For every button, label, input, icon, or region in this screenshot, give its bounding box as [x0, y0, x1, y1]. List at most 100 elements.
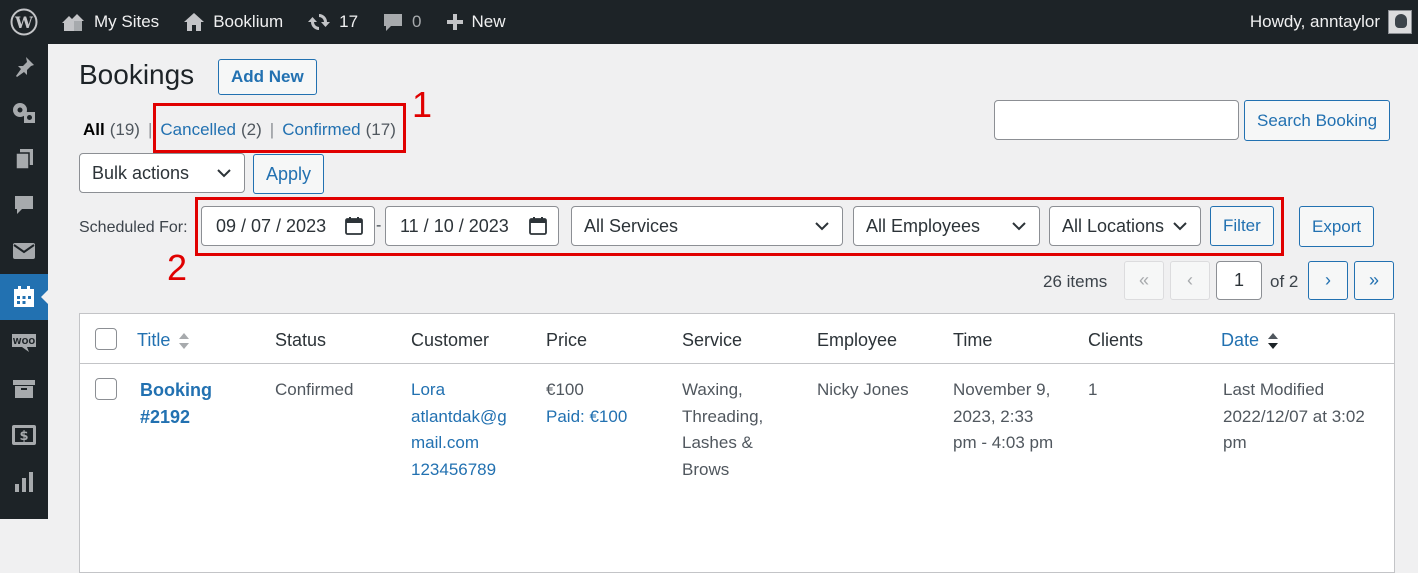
paid-link[interactable]: Paid: €100: [546, 404, 627, 431]
booking-status: Confirmed: [275, 380, 354, 399]
column-time: Time: [953, 330, 993, 350]
booking-title-link[interactable]: Booking #2192: [140, 377, 212, 430]
my-sites-label: My Sites: [94, 12, 160, 31]
page-title: Bookings: [79, 59, 195, 90]
svg-text:W: W: [14, 13, 34, 32]
sidebar-item-payments[interactable]: $: [0, 412, 48, 458]
apply-button[interactable]: Apply: [253, 154, 325, 194]
sidebar-item-posts[interactable]: [0, 44, 48, 90]
main-content: Bookings Add New All (19) | Cancelled (2…: [48, 44, 1418, 573]
home-icon: [184, 13, 205, 31]
column-price: Price: [546, 330, 588, 350]
bar-chart-icon: [15, 472, 33, 492]
next-page-button[interactable]: ›: [1308, 261, 1348, 300]
chevron-down-icon: [217, 169, 231, 178]
search-booking-button[interactable]: Search Booking: [1244, 100, 1391, 141]
customer-email-link[interactable]: atlantdak@g: [411, 404, 507, 431]
column-title[interactable]: Title: [137, 330, 190, 351]
comment-icon: [384, 14, 403, 31]
time-line: pm - 4:03 pm: [953, 433, 1054, 452]
avatar: [1388, 10, 1412, 34]
plus-icon: [446, 14, 463, 30]
bookings-table: Title Status Customer Price Service Empl…: [79, 313, 1395, 573]
column-service: Service: [682, 330, 743, 350]
service-line: Threading,: [682, 406, 764, 426]
booking-time: November 9, 2023, 2:33 pm - 4:03 pm: [953, 377, 1053, 457]
time-line: 2023, 2:33: [953, 406, 1034, 426]
wordpress-logo-icon[interactable]: W: [0, 0, 48, 44]
new-content-link[interactable]: New: [434, 0, 518, 44]
site-name-label: Booklium: [213, 12, 284, 31]
annotation-number-2: 2: [167, 247, 188, 288]
annotation-box-2: [195, 197, 1284, 256]
my-sites-link[interactable]: My Sites: [48, 0, 171, 44]
bulk-actions-value: Bulk actions: [92, 162, 190, 183]
first-page-button[interactable]: «: [1124, 261, 1164, 300]
sidebar-item-analytics[interactable]: [0, 458, 48, 504]
media-icon: [13, 103, 35, 123]
woocommerce-icon: WOO: [12, 334, 36, 352]
archive-icon: [13, 380, 35, 398]
booking-price: €100 Paid: €100: [546, 377, 627, 430]
annotation-box-1: [153, 103, 406, 153]
date-line: 2022/12/07 at 3:02: [1223, 406, 1365, 426]
scheduled-for-label: Scheduled For:: [79, 219, 188, 236]
booking-title-line: Booking: [140, 380, 212, 400]
sidebar-item-comments[interactable]: [0, 182, 48, 228]
site-name-link[interactable]: Booklium: [171, 0, 295, 44]
service-line: Waxing,: [682, 380, 743, 399]
last-page-button[interactable]: »: [1354, 261, 1394, 300]
sidebar-item-woocommerce[interactable]: WOO: [0, 320, 48, 366]
customer-phone-link[interactable]: 123456789: [411, 457, 507, 484]
booking-service: Waxing, Threading, Lashes & Brows: [682, 377, 763, 483]
service-line: Brows: [682, 459, 730, 479]
view-all-count: (19): [109, 120, 140, 139]
new-label: New: [471, 12, 506, 31]
updates-link[interactable]: 17: [295, 0, 370, 44]
sidebar-item-email[interactable]: [0, 228, 48, 274]
export-button[interactable]: Export: [1299, 206, 1375, 247]
column-date-label: Date: [1221, 330, 1260, 350]
sidebar-item-products[interactable]: [0, 366, 48, 412]
time-line: November 9,: [953, 380, 1051, 399]
service-line: Lashes &: [682, 433, 753, 452]
svg-text:$: $: [19, 429, 28, 444]
pushpin-icon: [16, 57, 34, 77]
sidebar-item-bookings[interactable]: [0, 274, 49, 320]
admin-sidebar: WOO $: [0, 44, 49, 519]
row-checkbox[interactable]: [95, 378, 117, 400]
customer-email-link[interactable]: mail.com: [411, 430, 507, 457]
annotation-number-1: 1: [412, 84, 433, 125]
date-line: pm: [1223, 433, 1247, 452]
prev-page-button[interactable]: ‹: [1170, 261, 1210, 300]
column-title-label: Title: [137, 330, 171, 350]
comments-count: 0: [412, 12, 422, 31]
sidebar-item-pages[interactable]: [0, 136, 48, 182]
howdy-label: Howdy, anntaylor: [1249, 12, 1380, 31]
booking-title-line: #2192: [140, 406, 191, 427]
column-clients: Clients: [1088, 330, 1144, 350]
column-customer: Customer: [411, 330, 490, 350]
sort-icon: [179, 332, 190, 349]
sort-desc-icon: [1268, 332, 1279, 349]
sidebar-item-media[interactable]: [0, 90, 48, 136]
booking-customer: Lora atlantdak@g mail.com 123456789: [411, 377, 507, 483]
items-count: 26 items: [1043, 272, 1108, 291]
column-date[interactable]: Date: [1221, 330, 1279, 351]
customer-name-link[interactable]: Lora: [411, 377, 507, 404]
search-input[interactable]: [994, 100, 1239, 140]
calendar-icon: [14, 286, 34, 307]
svg-text:WOO: WOO: [13, 337, 36, 346]
current-page-input[interactable]: 1: [1216, 261, 1262, 300]
select-all-checkbox[interactable]: [95, 328, 117, 350]
comments-link[interactable]: 0: [370, 0, 433, 44]
comment-icon: [15, 196, 33, 214]
add-new-button[interactable]: Add New: [218, 59, 317, 95]
column-employee: Employee: [817, 330, 898, 350]
updates-icon: [308, 14, 331, 30]
account-menu[interactable]: Howdy, anntaylor: [1238, 0, 1418, 44]
pages-icon: [15, 149, 33, 170]
date-line: Last Modified: [1223, 380, 1325, 399]
bulk-actions-select[interactable]: Bulk actions: [79, 153, 245, 193]
view-all-label[interactable]: All: [83, 120, 105, 140]
